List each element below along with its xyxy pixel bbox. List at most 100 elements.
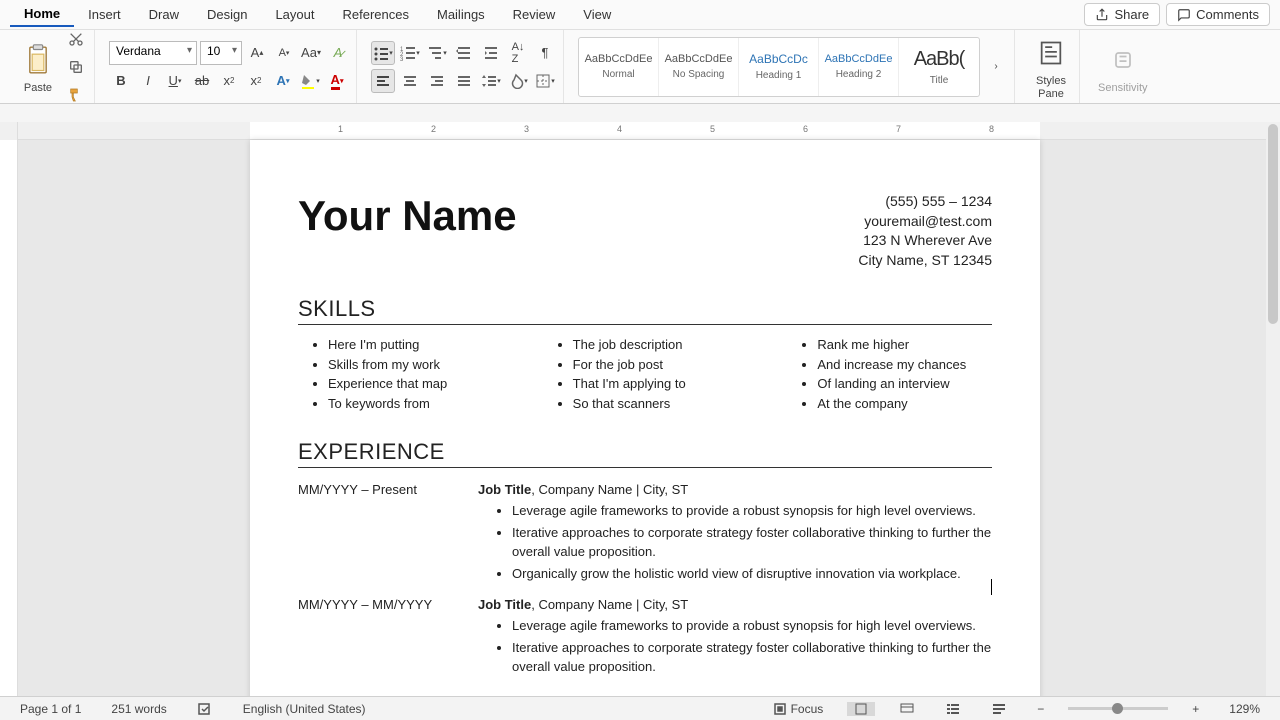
paste-button[interactable]: Paste [16,36,60,98]
highlight-icon[interactable]: ▾ [298,69,322,93]
strikethrough-button[interactable]: ab [190,69,214,93]
line-spacing-icon[interactable]: ▾ [479,69,503,93]
styles-pane-icon [1033,33,1069,73]
cut-icon[interactable] [64,27,88,51]
view-web-icon[interactable] [893,702,921,716]
align-center-icon[interactable] [398,69,422,93]
tab-design[interactable]: Design [193,3,261,26]
comments-button[interactable]: Comments [1166,3,1270,26]
sensitivity-button[interactable]: Sensitivity [1094,36,1152,98]
exp-title-line: Job Title, Company Name | City, ST [478,597,992,612]
clear-format-icon[interactable]: A̷ [326,41,350,65]
status-bar: Page 1 of 1 251 words English (United St… [0,696,1280,720]
menu-bar: Home Insert Draw Design Layout Reference… [0,0,1280,30]
zoom-knob[interactable] [1112,703,1123,714]
style-no-spacing[interactable]: AaBbCcDdEeNo Spacing [659,38,739,96]
style-normal[interactable]: AaBbCcDdEeNormal [579,38,659,96]
tab-references[interactable]: References [329,3,423,26]
align-right-icon[interactable] [425,69,449,93]
tab-layout[interactable]: Layout [261,3,328,26]
contact-block: (555) 555 – 1234 youremail@test.com 123 … [858,192,992,270]
justify-icon[interactable] [452,69,476,93]
share-label: Share [1114,7,1149,22]
skills-columns: Here I'm putting Skills from my work Exp… [298,335,992,413]
shrink-font-icon[interactable]: A▾ [272,41,296,65]
focus-button[interactable]: Focus [767,702,830,716]
grow-font-icon[interactable]: A▴ [245,41,269,65]
document-page[interactable]: Your Name (555) 555 – 1234 youremail@tes… [250,140,1040,696]
view-outline-icon[interactable] [939,702,967,716]
contact-email: youremail@test.com [858,212,992,232]
scrollbar-thumb[interactable] [1268,124,1278,324]
show-marks-icon[interactable]: ¶ [533,41,557,65]
zoom-level[interactable]: 129% [1223,702,1266,716]
decrease-indent-icon[interactable] [452,41,476,65]
exp-title-line: Job Title, Company Name | City, ST [478,482,992,497]
zoom-in-button[interactable]: + [1186,702,1205,716]
comment-icon [1177,8,1191,22]
focus-icon [773,702,787,716]
style-heading-2[interactable]: AaBbCcDdEeHeading 2 [819,38,899,96]
vertical-ruler[interactable] [0,122,18,696]
italic-button[interactable]: I [136,69,160,93]
svg-text:3: 3 [400,57,404,61]
sort-icon[interactable]: A↓Z [506,41,530,65]
change-case-icon[interactable]: Aa▾ [299,41,323,65]
tab-mailings[interactable]: Mailings [423,3,499,26]
increase-indent-icon[interactable] [479,41,503,65]
skills-col-1: Here I'm putting Skills from my work Exp… [298,335,503,413]
bullets-icon[interactable]: ▾ [371,41,395,65]
status-words[interactable]: 251 words [105,702,172,716]
sensitivity-label: Sensitivity [1098,82,1148,94]
font-color-icon[interactable]: A▾ [325,69,349,93]
clipboard-icon [20,40,56,80]
style-title[interactable]: AaBb(Title [899,38,979,96]
subscript-button[interactable]: x2 [217,69,241,93]
experience-row: MM/YYYY – MM/YYYY Job Title, Company Nam… [298,597,992,677]
share-icon [1095,8,1109,22]
status-language[interactable]: English (United States) [237,702,372,716]
multilevel-list-icon[interactable]: ▾ [425,41,449,65]
zoom-slider[interactable] [1068,707,1168,710]
experience-row: MM/YYYY – Present Job Title, Company Nam… [298,482,992,583]
tab-insert[interactable]: Insert [74,3,135,26]
vertical-scrollbar[interactable] [1266,122,1280,696]
numbering-icon[interactable]: 123▾ [398,41,422,65]
format-painter-icon[interactable] [64,83,88,107]
text-cursor [991,579,992,595]
style-heading-1[interactable]: AaBbCcDcHeading 1 [739,38,819,96]
styles-gallery[interactable]: AaBbCcDdEeNormal AaBbCcDdEeNo Spacing Aa… [578,37,980,97]
skills-col-3: Rank me higher And increase my chances O… [787,335,992,413]
align-left-icon[interactable] [371,69,395,93]
experience-heading: EXPERIENCE [298,439,992,468]
tab-home[interactable]: Home [10,2,74,27]
sensitivity-icon [1105,40,1141,80]
view-print-icon[interactable] [847,702,875,716]
text-effects-icon[interactable]: A▾ [271,69,295,93]
font-size-select[interactable]: 10 [200,41,242,65]
resume-name: Your Name [298,192,517,240]
status-page[interactable]: Page 1 of 1 [14,702,87,716]
tab-view[interactable]: View [569,3,625,26]
view-draft-icon[interactable] [985,702,1013,716]
contact-addr2: City Name, ST 12345 [858,251,992,271]
zoom-out-button[interactable]: − [1031,702,1050,716]
contact-phone: (555) 555 – 1234 [858,192,992,212]
styles-more-icon[interactable]: › [984,55,1008,79]
underline-button[interactable]: U▾ [163,69,187,93]
tab-draw[interactable]: Draw [135,3,193,26]
horizontal-ruler[interactable]: 1 2 3 4 5 6 7 8 [0,122,1280,140]
comments-label: Comments [1196,7,1259,22]
borders-icon[interactable]: ▾ [533,69,557,93]
tab-review[interactable]: Review [499,3,570,26]
bold-button[interactable]: B [109,69,133,93]
share-button[interactable]: Share [1084,3,1160,26]
status-spellcheck-icon[interactable] [191,701,219,717]
styles-pane-button[interactable]: Styles Pane [1029,29,1073,103]
shading-icon[interactable]: ▾ [506,69,530,93]
editor-area: 1 2 3 4 5 6 7 8 Your Name (555) 555 – 12… [0,122,1280,696]
skills-col-2: The job description For the job post Tha… [543,335,748,413]
copy-icon[interactable] [64,55,88,79]
font-name-select[interactable]: Verdana [109,41,197,65]
superscript-button[interactable]: x2 [244,69,268,93]
